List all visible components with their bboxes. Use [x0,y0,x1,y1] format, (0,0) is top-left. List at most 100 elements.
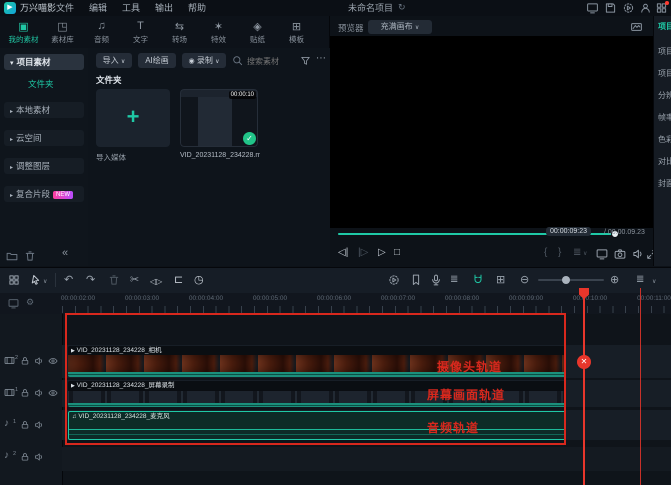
delete-icon[interactable] [24,250,36,262]
gear-icon[interactable]: ⚙ [26,298,34,307]
lock-icon[interactable] [20,356,30,366]
clip-name: VID_20231128_234228_相机 [77,347,162,354]
snapshot-camera-icon[interactable] [614,248,626,260]
account-icon[interactable] [639,2,652,14]
ruler-label-9: 00:00:11:00 [637,295,671,302]
ai-paint-button[interactable]: AI绘画 [138,53,176,68]
mark-out-button[interactable]: } [558,248,561,258]
timeline-zoom-slider[interactable] [538,279,604,281]
sidebar-item-3[interactable]: ▸复合片段NEW [4,186,84,202]
record-icon: ◉ [189,58,195,65]
zoom-slider-handle[interactable] [562,276,570,284]
search-input[interactable] [245,53,304,69]
tab-1[interactable]: ◳素材库 [43,20,82,45]
lock-icon[interactable] [20,420,30,430]
menu-help[interactable]: 帮助 [184,0,210,16]
speaker-icon[interactable] [34,388,44,398]
speaker-icon[interactable] [34,420,44,430]
import-media-card[interactable]: + [96,89,170,147]
more-icon[interactable]: ⋯ [316,54,326,64]
sidebar-item-project-media[interactable]: ▾项目素材 [4,54,84,70]
redo-button[interactable]: ↷ [86,273,95,287]
properties-header[interactable]: 项目 [658,21,671,32]
speaker-icon[interactable] [34,452,44,462]
properties-item-3[interactable]: 帧率 [658,112,671,123]
render-preview-icon[interactable] [388,274,400,286]
eye-icon[interactable] [48,388,58,398]
properties-item-2[interactable]: 分辨 [658,90,671,101]
split-button[interactable]: ◁▷ [150,275,162,289]
filter-icon[interactable] [300,55,311,66]
scopes-icon[interactable] [630,21,643,33]
trash-icon[interactable] [108,274,120,286]
video-thumbnail-card[interactable]: 00:00:10 ✓ [180,89,258,147]
lane-audio2[interactable] [62,447,671,471]
lock-icon[interactable] [20,388,30,398]
play-button[interactable]: ▷ [378,248,386,258]
marker-icon[interactable] [410,274,422,286]
menu-tools[interactable]: 工具 [118,0,144,16]
record-button[interactable]: ◉ 录制 ∨ [182,53,226,68]
previous-frame-button[interactable]: ◁| [338,248,348,258]
timeline-ruler[interactable]: ⚙ 00:00:02:0000:00:03:0000:00:04:0000:00… [0,293,671,314]
music-note-icon: ♫ [72,414,77,420]
track-height-icon[interactable]: ≣ [636,273,644,287]
crop-button[interactable]: ⊏ [174,273,183,287]
chevron-down-icon[interactable]: ∨ [43,279,47,285]
properties-item-6[interactable]: 封面 [658,178,671,189]
properties-item-1[interactable]: 项目 [658,68,671,79]
edit-list-button[interactable]: ≣ [573,248,581,258]
chevron-down-icon[interactable]: ∨ [652,279,656,285]
tab-4[interactable]: ⇆转场 [160,20,199,45]
chevron-down-icon[interactable]: ∨ [583,251,587,257]
tab-3[interactable]: T文字 [121,20,160,45]
scissors-icon[interactable]: ✂ [130,273,139,287]
new-folder-icon[interactable] [6,250,18,262]
track-manager-icon[interactable]: ≣ [450,273,458,287]
speed-button[interactable]: ◷ [194,273,204,287]
pointer-tool-icon[interactable] [30,274,42,286]
mini-monitor-icon[interactable] [8,298,19,309]
tab-5[interactable]: ✶特效 [199,20,238,45]
camera-video-clip[interactable]: ▶ VID_20231128_234228_相机 [68,346,566,377]
export-icon[interactable] [622,2,635,14]
mic-audio-clip[interactable]: ♫ VID_20231128_234228_麦克风 [68,411,566,440]
save-icon[interactable] [604,2,617,14]
sidebar-item-2[interactable]: ▸调整图层 [4,158,84,174]
properties-item-0[interactable]: 项目 [658,46,671,57]
screen-video-clip[interactable]: ▶ VID_20231128_234228_屏幕录制 [68,381,566,407]
fullscreen-icon[interactable] [596,248,608,260]
sidebar-item-folder-selected[interactable]: 文件夹 [28,78,54,90]
zoom-in-button[interactable]: ⊕ [610,273,619,287]
step-forward-button[interactable]: |▷ [358,248,368,258]
track-layout-icon[interactable] [8,274,20,286]
tab-7[interactable]: ⊞模板 [277,20,316,45]
properties-item-5[interactable]: 对比 [658,156,671,167]
sync-icon[interactable]: ↻ [398,3,406,12]
mark-in-button[interactable]: { [544,248,547,258]
layout-icon[interactable] [586,2,599,14]
tab-6[interactable]: ◈贴纸 [238,20,277,45]
tab-0[interactable]: ▣我的素材 [4,20,43,45]
snap-magnet-icon[interactable] [472,274,484,286]
view-mode-dropdown[interactable]: 充满画布 ∨ [368,20,432,34]
undo-button[interactable]: ↶ [64,273,73,287]
zoom-out-button[interactable]: ⊖ [520,273,529,287]
properties-item-4[interactable]: 色彩 [658,134,671,145]
lock-icon[interactable] [20,452,30,462]
sidebar-item-0[interactable]: ▸本地素材 [4,102,84,118]
menu-file[interactable]: 文件 [52,0,78,16]
speaker-icon[interactable] [34,356,44,366]
sidebar-item-1[interactable]: ▸云空间 [4,130,84,146]
zoom-fit-button[interactable]: ⊞ [496,273,505,287]
video-canvas[interactable] [330,36,653,228]
menu-export[interactable]: 输出 [151,0,177,16]
import-button[interactable]: 导入 ∨ [96,53,132,68]
speaker-icon[interactable] [632,248,644,260]
eye-icon[interactable] [48,356,58,366]
collapse-sidebar-button[interactable]: « [62,248,68,259]
menu-edit[interactable]: 编辑 [85,0,111,16]
voiceover-mic-icon[interactable] [430,274,442,286]
stop-button[interactable]: □ [394,248,400,258]
tab-2[interactable]: ♫音频 [82,20,121,45]
